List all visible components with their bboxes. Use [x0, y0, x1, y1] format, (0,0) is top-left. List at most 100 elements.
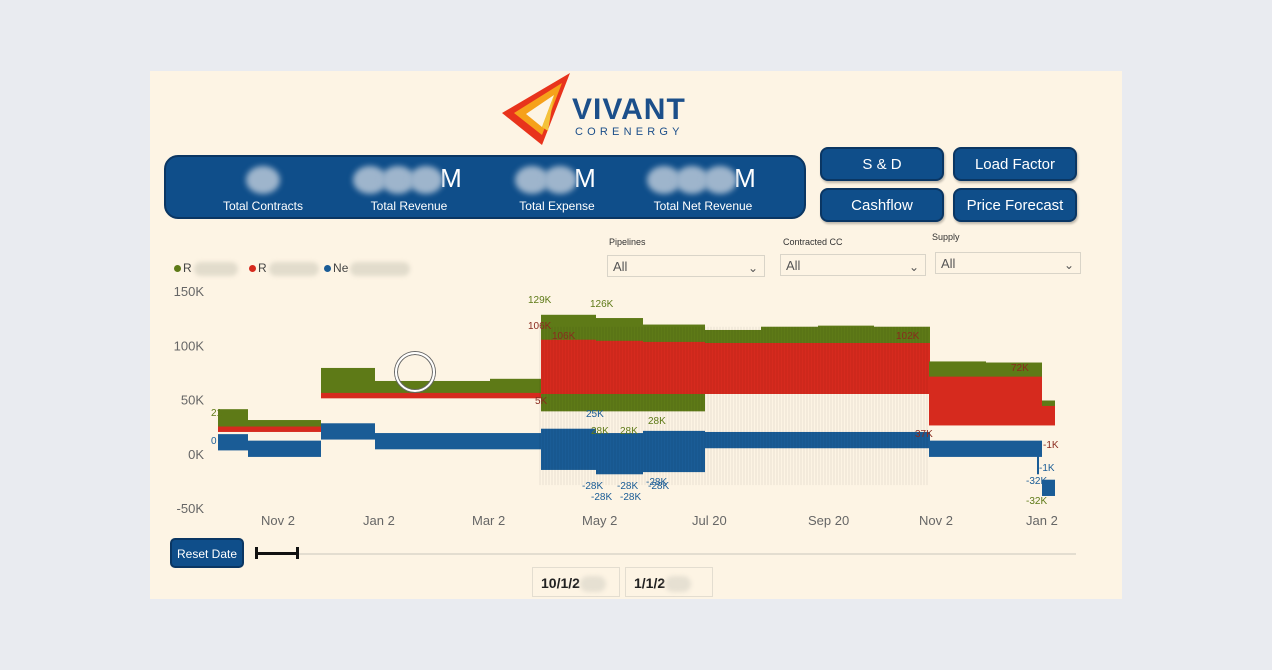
data-label: 106K — [528, 321, 552, 332]
kpi-band: M Total Contracts M Total Revenue M Tota… — [164, 155, 806, 219]
revenue-area — [375, 380, 490, 395]
data-label: -28K — [591, 492, 612, 503]
supply-value: All — [941, 256, 956, 271]
y-tick-label: -50K — [177, 501, 205, 516]
y-tick-label: 50K — [181, 393, 204, 408]
cursor-focus-ring — [395, 352, 435, 392]
revenue-chart[interactable]: 150K 100K 50K 0K -50K Nov 2 Jan 2 Mar 2 May 2 Jul… — [150, 276, 1122, 534]
data-label: 21 — [211, 408, 223, 419]
date-slider-start-handle[interactable] — [255, 547, 258, 559]
data-label: 106K — [552, 331, 576, 342]
revenue-area — [929, 361, 986, 379]
net-revenue-area — [986, 440, 1042, 457]
expense-area — [929, 376, 986, 426]
data-label: -28K — [646, 477, 667, 488]
revenue-area — [218, 409, 248, 429]
data-label: 28K — [591, 426, 609, 437]
y-tick-label: 0K — [188, 447, 204, 462]
reset-date-button[interactable]: Reset Date — [170, 538, 244, 568]
x-tick-label: Jan 2 — [1026, 513, 1058, 528]
kpi-label: Total Revenue — [370, 199, 448, 213]
contracted-cc-dropdown[interactable]: All ⌄ — [780, 254, 926, 276]
kpi-label: Total Net Revenue — [653, 199, 753, 213]
kpi-total-contracts: M Total Contracts — [188, 157, 338, 217]
pipelines-dropdown[interactable]: All ⌄ — [607, 255, 765, 277]
supply-dropdown[interactable]: All ⌄ — [935, 252, 1081, 274]
contracted-cc-slicer-title: Contracted CC — [783, 237, 843, 247]
expense-area — [321, 392, 375, 399]
kpi-total-expense: M Total Expense — [482, 157, 632, 217]
net-revenue-area — [490, 433, 538, 450]
start-date-input[interactable]: 10/1/2 — [532, 567, 620, 597]
contracted-cc-value: All — [786, 258, 801, 273]
expense-area — [986, 376, 1042, 426]
data-label: -32K — [1026, 496, 1047, 507]
kpi-value: M — [334, 163, 484, 195]
price-forecast-button[interactable]: Price Forecast — [953, 188, 1077, 222]
legend-item[interactable]: R — [174, 261, 238, 276]
sd-button[interactable]: S & D — [820, 147, 944, 181]
end-date-input[interactable]: 1/1/2 — [625, 567, 713, 597]
y-tick-label: 150K — [174, 284, 205, 299]
kpi-label: Total Expense — [519, 199, 595, 213]
revenue-area — [321, 367, 375, 395]
logo-subtitle: CORENERGY — [575, 126, 684, 138]
legend-item[interactable]: Ne — [324, 261, 411, 276]
data-label: 72K — [1011, 363, 1029, 374]
supply-slicer-title: Supply — [932, 232, 960, 242]
expense-area — [248, 426, 321, 432]
kpi-value: M — [628, 163, 778, 195]
expense-area — [1042, 405, 1055, 426]
date-slider-track[interactable] — [256, 553, 1076, 555]
x-tick-label: Nov 2 — [919, 513, 953, 528]
data-label: 37K — [915, 429, 933, 440]
chevron-down-icon: ⌄ — [908, 260, 919, 274]
data-label: 28K — [648, 416, 666, 427]
net-revenue-area — [321, 423, 375, 440]
data-label: -28K — [620, 492, 641, 503]
data-label: 25K — [586, 409, 604, 420]
data-label: 28K — [620, 426, 638, 437]
net-revenue-area — [248, 440, 321, 457]
date-slider-end-handle[interactable] — [296, 547, 299, 559]
pipelines-slicer-title: Pipelines — [609, 237, 646, 247]
x-tick-label: Sep 20 — [808, 513, 849, 528]
net-revenue-area — [375, 433, 490, 450]
net-revenue-area — [218, 434, 248, 451]
date-slider-range — [256, 552, 298, 555]
expense-area — [490, 392, 538, 399]
x-tick-label: May 2 — [582, 513, 617, 528]
cashflow-button[interactable]: Cashflow — [820, 188, 944, 222]
data-label: -1K — [1043, 440, 1059, 451]
kpi-value: M — [188, 163, 338, 195]
legend-item[interactable]: R — [249, 261, 319, 276]
pipelines-value: All — [613, 259, 628, 274]
load-factor-button[interactable]: Load Factor — [953, 147, 1077, 181]
report-canvas: VIVANT CORENERGY M Total Contracts M Tot… — [150, 71, 1122, 599]
kpi-value: M — [482, 163, 632, 195]
chart-legend: R R Ne — [174, 261, 411, 277]
kpi-label: Total Contracts — [222, 199, 304, 213]
x-tick-label: Jan 2 — [363, 513, 395, 528]
y-tick-label: 100K — [174, 338, 205, 353]
expense-area — [375, 392, 490, 399]
data-label: 5K — [535, 396, 548, 407]
chevron-down-icon: ⌄ — [1063, 258, 1074, 272]
data-label: 126K — [590, 299, 614, 310]
expense-area — [218, 426, 248, 432]
logo-name: VIVANT — [572, 93, 686, 126]
data-label: 0 — [211, 436, 217, 447]
x-tick-label: Jul 20 — [692, 513, 727, 528]
data-label: -28K — [582, 481, 603, 492]
data-label: -28K — [617, 481, 638, 492]
net-revenue-area — [929, 440, 986, 457]
data-label: 102K — [896, 331, 920, 342]
x-tick-label: Mar 2 — [472, 513, 505, 528]
x-tick-label: Nov 2 — [261, 513, 295, 528]
revenue-area — [490, 378, 538, 395]
data-label: -1K — [1039, 463, 1055, 474]
data-label: -32K — [1026, 476, 1047, 487]
kpi-total-revenue: M Total Revenue — [334, 157, 484, 217]
kpi-total-net-revenue: M Total Net Revenue — [628, 157, 778, 217]
data-label: 129K — [528, 295, 552, 306]
